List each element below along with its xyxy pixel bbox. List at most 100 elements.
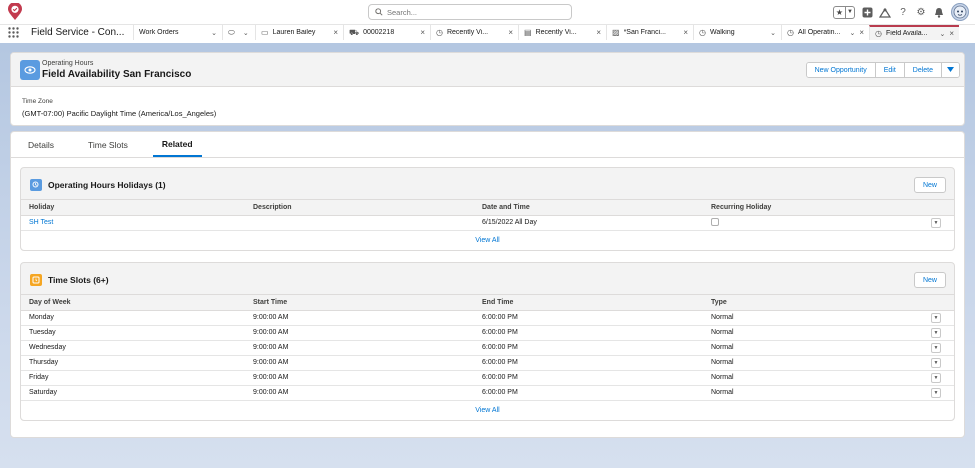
table-row: Tuesday 9:00:00 AM 6:00:00 PM Normal ▼ xyxy=(21,325,954,341)
record-object-type: Operating Hours xyxy=(42,60,94,67)
favorites-button-group[interactable]: ★ ▼ xyxy=(833,5,855,19)
table-header-row: Holiday Description Date and Time Recurr… xyxy=(21,200,954,216)
clock-icon: ◷ xyxy=(875,29,882,38)
nav-tab-recently-viewed-1[interactable]: ◷ Recently Vi... × xyxy=(430,25,518,40)
chevron-down-icon[interactable]: ⌄ xyxy=(849,29,855,37)
table-cell: Thursday xyxy=(21,355,245,371)
table-cell: ▼ xyxy=(923,370,954,386)
table-cell: ▼ xyxy=(923,385,954,401)
global-actions-icon[interactable] xyxy=(861,6,873,18)
close-icon[interactable]: × xyxy=(859,28,864,37)
table-cell: 6:00:00 PM xyxy=(474,385,703,401)
table-cell: 9:00:00 AM xyxy=(245,310,474,326)
chevron-down-icon[interactable]: ⌄ xyxy=(211,29,217,37)
column-header[interactable]: Start Time xyxy=(245,295,474,311)
close-icon[interactable]: × xyxy=(683,28,688,37)
table-row: Friday 9:00:00 AM 6:00:00 PM Normal ▼ xyxy=(21,370,954,386)
row-actions-chevron-down-icon[interactable]: ▼ xyxy=(931,387,941,398)
tag-icon: ⬭ xyxy=(228,27,235,37)
delete-button[interactable]: Delete xyxy=(903,63,941,77)
trailhead-icon[interactable] xyxy=(879,6,891,18)
nav-tab-walking[interactable]: ◷ Walking ⌄ xyxy=(693,25,781,40)
time-slots-header: Time Slots (6+) New xyxy=(21,263,954,295)
nav-tab-label: *San Franci... xyxy=(623,29,666,36)
row-actions-chevron-down-icon[interactable]: ▼ xyxy=(931,372,941,383)
operating-hours-icon xyxy=(20,60,40,80)
tab-time-slots[interactable]: Time Slots xyxy=(79,132,137,157)
table-cell: ▼ xyxy=(923,355,954,371)
table-cell: 6:00:00 PM xyxy=(474,370,703,386)
nav-tab-label: 00002218 xyxy=(363,29,395,36)
close-icon[interactable]: × xyxy=(420,28,425,37)
nav-tab-san-francisco[interactable]: ▨ *San Franci... × xyxy=(606,25,693,40)
edit-button[interactable]: Edit xyxy=(874,63,904,77)
chevron-down-icon[interactable]: ▼ xyxy=(845,6,854,18)
clock-icon: ◷ xyxy=(787,28,794,37)
table-cell: 9:00:00 AM xyxy=(245,385,474,401)
table-cell: Normal xyxy=(703,310,923,326)
time-slots-view-all-link[interactable]: View All xyxy=(21,400,954,420)
tab-related[interactable]: Related xyxy=(152,132,202,157)
row-actions-chevron-down-icon[interactable]: ▼ xyxy=(931,312,941,323)
chevron-down-icon[interactable]: ⌄ xyxy=(770,29,776,37)
row-actions-chevron-down-icon[interactable]: ▼ xyxy=(931,327,941,338)
star-icon[interactable]: ★ xyxy=(834,7,845,18)
search-input[interactable] xyxy=(387,7,557,17)
holidays-view-all-link[interactable]: View All xyxy=(21,230,954,250)
search-icon xyxy=(375,8,383,16)
clock-icon: ◷ xyxy=(699,28,706,37)
user-avatar[interactable] xyxy=(951,3,969,21)
help-icon[interactable]: ? xyxy=(897,6,909,18)
table-cell: Normal xyxy=(703,340,923,356)
time-slots-title: Time Slots (6+) xyxy=(48,275,109,285)
table-cell: ▼ xyxy=(923,325,954,341)
column-header[interactable]: Date and Time xyxy=(474,200,703,216)
row-actions-chevron-down-icon[interactable]: ▼ xyxy=(931,357,941,368)
close-icon[interactable]: × xyxy=(333,28,338,37)
nav-tab-label: Field Availa... xyxy=(885,30,928,37)
global-search[interactable] xyxy=(368,4,572,20)
record-header-top: Operating Hours Field Availability San F… xyxy=(11,53,964,87)
more-actions-button[interactable] xyxy=(941,63,959,77)
nav-tab-all-operating-hours[interactable]: ◷ All Operatin... ⌄ × xyxy=(781,25,869,40)
new-opportunity-button[interactable]: New Opportunity xyxy=(806,63,875,77)
nav-tab-lauren-bailey[interactable]: ▭ Lauren Bailey × xyxy=(255,25,343,40)
column-header[interactable]: Holiday xyxy=(21,200,245,216)
close-icon[interactable]: × xyxy=(596,28,601,37)
new-holiday-button[interactable]: New xyxy=(914,177,946,193)
timezone-value: (GMT-07:00) Pacific Daylight Time (Ameri… xyxy=(22,109,217,118)
nav-tab-label: Walking xyxy=(709,29,735,36)
timezone-label: Time Zone xyxy=(22,98,53,105)
chevron-down-icon[interactable]: ⌄ xyxy=(939,30,945,38)
app-launcher-icon[interactable] xyxy=(0,25,27,40)
close-icon[interactable]: × xyxy=(949,29,954,38)
nav-tab-work-order-00002218[interactable]: ⛟ 00002218 × xyxy=(343,25,430,40)
column-header[interactable]: Recurring Holiday xyxy=(703,200,923,216)
column-header[interactable]: Description xyxy=(245,200,474,216)
table-cell: 6:00:00 PM xyxy=(474,325,703,341)
table-cell: 9:00:00 AM xyxy=(245,325,474,341)
new-time-slot-button[interactable]: New xyxy=(914,272,946,288)
gear-icon[interactable]: ⚙ xyxy=(915,6,927,18)
tab-details[interactable]: Details xyxy=(19,132,63,157)
holidays-table: Holiday Description Date and Time Recurr… xyxy=(21,200,954,231)
table-row: Monday 9:00:00 AM 6:00:00 PM Normal ▼ xyxy=(21,310,954,326)
nav-tab-recently-viewed-2[interactable]: ▤ Recently Vi... × xyxy=(518,25,606,40)
row-actions-chevron-down-icon[interactable]: ▼ xyxy=(931,217,941,228)
table-cell: ▼ xyxy=(923,215,954,231)
column-header[interactable]: End Time xyxy=(474,295,703,311)
holiday-link[interactable]: SH Test xyxy=(21,215,245,231)
notification-bell-icon[interactable] xyxy=(933,6,945,18)
table-row: Saturday 9:00:00 AM 6:00:00 PM Normal ▼ xyxy=(21,385,954,401)
row-actions-chevron-down-icon[interactable]: ▼ xyxy=(931,342,941,353)
nav-tab-work-orders[interactable]: Work Orders ⌄ xyxy=(133,25,222,40)
nav-tab-field-availability[interactable]: ◷ Field Availa... ⌄ × xyxy=(869,25,959,40)
recurring-holiday-checkbox xyxy=(711,217,719,226)
nav-tab-pinned[interactable]: ⬭ ⌄ xyxy=(222,25,255,40)
close-icon[interactable]: × xyxy=(508,28,513,37)
table-cell: Normal xyxy=(703,325,923,341)
column-header[interactable]: Type xyxy=(703,295,923,311)
chevron-down-icon[interactable]: ⌄ xyxy=(243,29,249,37)
column-header[interactable]: Day of Week xyxy=(21,295,245,311)
app-logo-icon[interactable] xyxy=(7,2,23,21)
